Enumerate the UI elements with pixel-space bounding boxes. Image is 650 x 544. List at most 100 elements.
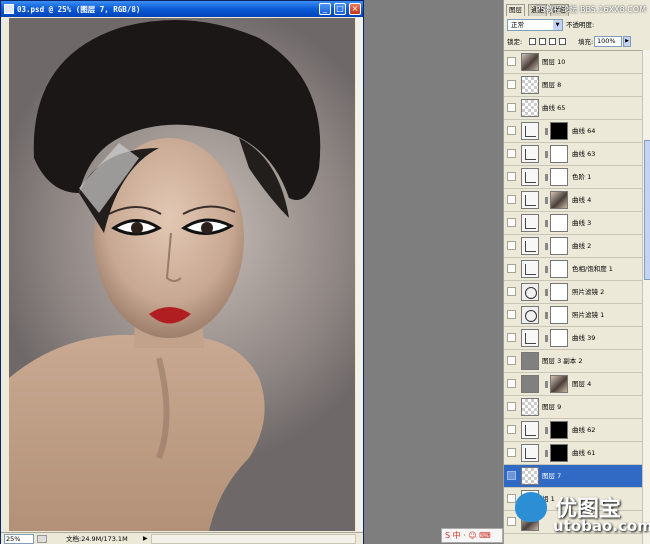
chain-link-icon[interactable] <box>545 220 548 227</box>
layer-mask-thumbnail[interactable] <box>550 214 568 232</box>
maximize-button[interactable]: □ <box>334 3 346 15</box>
status-nav-icon[interactable] <box>37 535 47 543</box>
status-bar: 25% 文档:24.9M/173.1M ▶ <box>1 532 363 544</box>
visibility-eye-icon[interactable] <box>507 379 516 388</box>
layer-row[interactable]: 图层 10 <box>504 51 642 74</box>
visibility-eye-icon[interactable] <box>507 149 516 158</box>
close-button[interactable]: × <box>349 3 361 15</box>
layer-row[interactable]: 图层 9 <box>504 396 642 419</box>
zoom-field[interactable]: 25% <box>4 534 34 544</box>
fill-input[interactable]: 100% <box>594 36 622 47</box>
chain-link-icon[interactable] <box>545 427 548 434</box>
visibility-eye-icon[interactable] <box>507 356 516 365</box>
lock-image-icon[interactable] <box>539 38 546 45</box>
visibility-eye-icon[interactable] <box>507 287 516 296</box>
layer-name: 图层 4 <box>572 380 592 388</box>
tab-layers[interactable]: 图层 <box>506 4 525 16</box>
layer-row[interactable]: 图层 3 副本 2 <box>504 350 642 373</box>
chain-link-icon[interactable] <box>545 197 548 204</box>
layer-mask-thumbnail[interactable] <box>550 191 568 209</box>
layer-row[interactable]: 照片滤镜 1 <box>504 304 642 327</box>
layer-mask-thumbnail[interactable] <box>550 375 568 393</box>
fill-slider-arrow-icon[interactable]: ▶ <box>623 36 631 47</box>
layer-mask-thumbnail[interactable] <box>550 329 568 347</box>
layer-row[interactable]: 色相/饱和度 1 <box>504 258 642 281</box>
layer-row[interactable]: 曲线 62 <box>504 419 642 442</box>
chain-link-icon[interactable] <box>545 151 548 158</box>
layer-thumbnail <box>521 260 539 278</box>
layer-name: 色阶 1 <box>572 173 592 181</box>
chain-link-icon[interactable] <box>545 174 548 181</box>
chain-link-icon[interactable] <box>545 450 548 457</box>
layer-mask-thumbnail[interactable] <box>550 421 568 439</box>
visibility-eye-icon[interactable] <box>507 103 516 112</box>
document-window[interactable]: 03.psd @ 25% (图层 7, RGB/8) _ □ × 25% 文档:… <box>0 0 364 544</box>
blend-mode-value: 正常 <box>511 21 524 29</box>
layer-mask-thumbnail[interactable] <box>550 444 568 462</box>
layer-row[interactable]: 图层 4 <box>504 373 642 396</box>
document-vertical-scrollbar[interactable] <box>356 18 363 531</box>
layer-row[interactable]: 曲线 4 <box>504 189 642 212</box>
layer-name: 照片滤镜 2 <box>572 288 605 296</box>
layer-mask-thumbnail[interactable] <box>550 306 568 324</box>
minimize-button[interactable]: _ <box>319 3 331 15</box>
chain-link-icon[interactable] <box>545 243 548 250</box>
layer-mask-thumbnail[interactable] <box>550 260 568 278</box>
layer-row[interactable]: 曲线 39 <box>504 327 642 350</box>
visibility-eye-icon[interactable] <box>507 126 516 135</box>
visibility-eye-icon[interactable] <box>507 471 516 480</box>
layer-row[interactable]: 色阶 1 <box>504 166 642 189</box>
chain-link-icon[interactable] <box>545 381 548 388</box>
layer-thumbnail <box>521 306 539 324</box>
layer-name: 曲线 3 <box>572 219 592 227</box>
visibility-eye-icon[interactable] <box>507 310 516 319</box>
lock-position-icon[interactable] <box>549 38 556 45</box>
layer-thumbnail <box>521 421 539 439</box>
lock-all-icon[interactable] <box>559 38 566 45</box>
layer-name: 图层 10 <box>542 58 566 66</box>
visibility-eye-icon[interactable] <box>507 448 516 457</box>
visibility-eye-icon[interactable] <box>507 218 516 227</box>
layer-name: 图层 8 <box>542 81 562 89</box>
layers-scrollbar-thumb[interactable] <box>644 140 650 280</box>
image-canvas[interactable] <box>9 18 355 531</box>
brand-watermark: 优图宝 utobao.com <box>503 487 650 544</box>
visibility-eye-icon[interactable] <box>507 402 516 411</box>
layer-mask-thumbnail[interactable] <box>550 145 568 163</box>
ime-toolbar[interactable]: S 中 · ☺ ⌨ <box>441 528 503 543</box>
layer-row[interactable]: 曲线 3 <box>504 212 642 235</box>
layer-row[interactable]: 曲线 2 <box>504 235 642 258</box>
visibility-eye-icon[interactable] <box>507 425 516 434</box>
layer-row[interactable]: 曲线 65 <box>504 97 642 120</box>
layer-mask-thumbnail[interactable] <box>550 122 568 140</box>
visibility-eye-icon[interactable] <box>507 172 516 181</box>
layers-scrollbar[interactable] <box>642 50 650 544</box>
status-menu-arrow-icon[interactable]: ▶ <box>143 535 151 543</box>
layer-name: 色相/饱和度 1 <box>572 265 613 273</box>
chain-link-icon[interactable] <box>545 128 548 135</box>
layer-thumbnail <box>521 283 539 301</box>
chain-link-icon[interactable] <box>545 335 548 342</box>
visibility-eye-icon[interactable] <box>507 195 516 204</box>
chain-link-icon[interactable] <box>545 312 548 319</box>
document-horizontal-scrollbar[interactable] <box>151 534 356 544</box>
layer-row[interactable]: 照片滤镜 2 <box>504 281 642 304</box>
visibility-eye-icon[interactable] <box>507 264 516 273</box>
visibility-eye-icon[interactable] <box>507 241 516 250</box>
layer-name: 图层 3 副本 2 <box>542 357 583 365</box>
layer-row[interactable]: 曲线 64 <box>504 120 642 143</box>
chain-link-icon[interactable] <box>545 266 548 273</box>
layer-mask-thumbnail[interactable] <box>550 168 568 186</box>
visibility-eye-icon[interactable] <box>507 80 516 89</box>
layer-mask-thumbnail[interactable] <box>550 283 568 301</box>
layer-row[interactable]: 曲线 61 <box>504 442 642 465</box>
lock-transparent-icon[interactable] <box>529 38 536 45</box>
document-title-bar[interactable]: 03.psd @ 25% (图层 7, RGB/8) _ □ × <box>1 1 363 17</box>
layer-row[interactable]: 图层 7 <box>504 465 642 488</box>
visibility-eye-icon[interactable] <box>507 333 516 342</box>
layer-row[interactable]: 图层 8 <box>504 74 642 97</box>
layer-row[interactable]: 曲线 63 <box>504 143 642 166</box>
chain-link-icon[interactable] <box>545 289 548 296</box>
visibility-eye-icon[interactable] <box>507 57 516 66</box>
layer-mask-thumbnail[interactable] <box>550 237 568 255</box>
